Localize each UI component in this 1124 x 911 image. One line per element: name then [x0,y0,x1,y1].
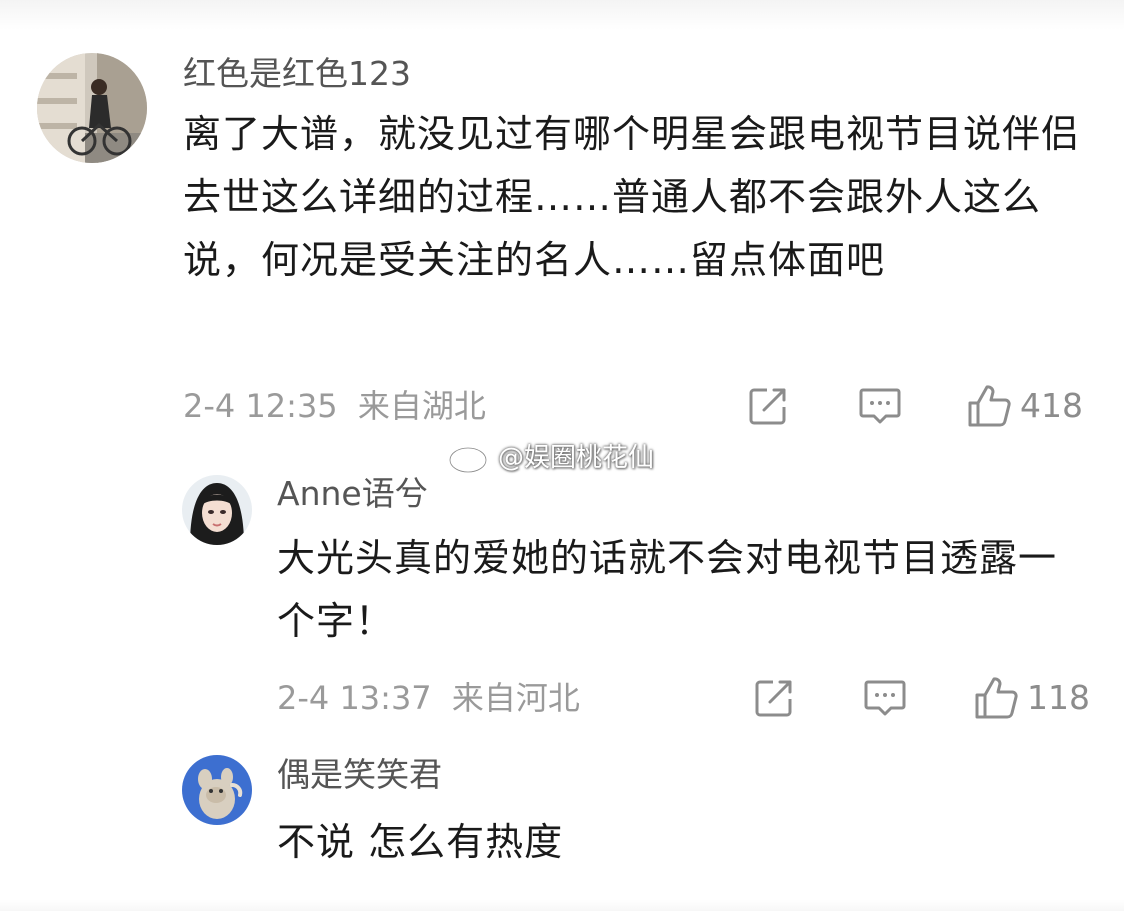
avatar[interactable] [182,475,252,545]
comment-time: 2-4 13:37 [277,679,432,717]
like-count: 418 [1020,386,1083,425]
comment-location: 来自湖北 [357,387,486,425]
avatar[interactable] [37,53,147,163]
thumbs-up-icon [975,677,1018,719]
thumbs-up-icon [968,385,1011,427]
comment-text: 不说 怎么有热度 [277,820,564,864]
share-button[interactable] [747,385,789,427]
like-button[interactable]: 418 [966,383,1083,429]
reply-button[interactable] [863,677,907,719]
comment-text: 离了大谱，就没见过有哪个明星会跟电视节目说伴侣去世这么详细的过程……普通人都不会… [183,112,1081,282]
comment-location: 来自河北 [451,679,580,717]
comment-text: 大光头真的爱她的话就不会对电视节目透露一个字！ [277,536,1058,643]
reply-button[interactable] [858,385,902,427]
like-button[interactable]: 118 [973,675,1090,721]
like-count: 118 [1027,678,1090,717]
comment-icon [864,680,906,716]
share-icon [749,388,786,425]
username[interactable]: Anne语兮 [277,474,428,514]
share-button[interactable] [753,677,795,719]
bottom-fade [0,900,1124,911]
comment-icon [859,388,901,424]
weibo-logo-icon [448,440,494,473]
watermark-text: @娱圈桃花仙 [498,443,655,473]
username[interactable]: 红色是红色123 [183,54,411,94]
watermark: @娱圈桃花仙 [448,437,654,474]
comment-time: 2-4 12:35 [183,387,338,425]
username[interactable]: 偶是笑笑君 [277,755,442,795]
top-fade [0,0,1124,30]
comment-meta: 2-4 12:35 来自湖北 [183,386,486,426]
comment-meta: 2-4 13:37 来自河北 [277,678,580,718]
share-icon [755,680,792,717]
avatar[interactable] [182,755,252,825]
